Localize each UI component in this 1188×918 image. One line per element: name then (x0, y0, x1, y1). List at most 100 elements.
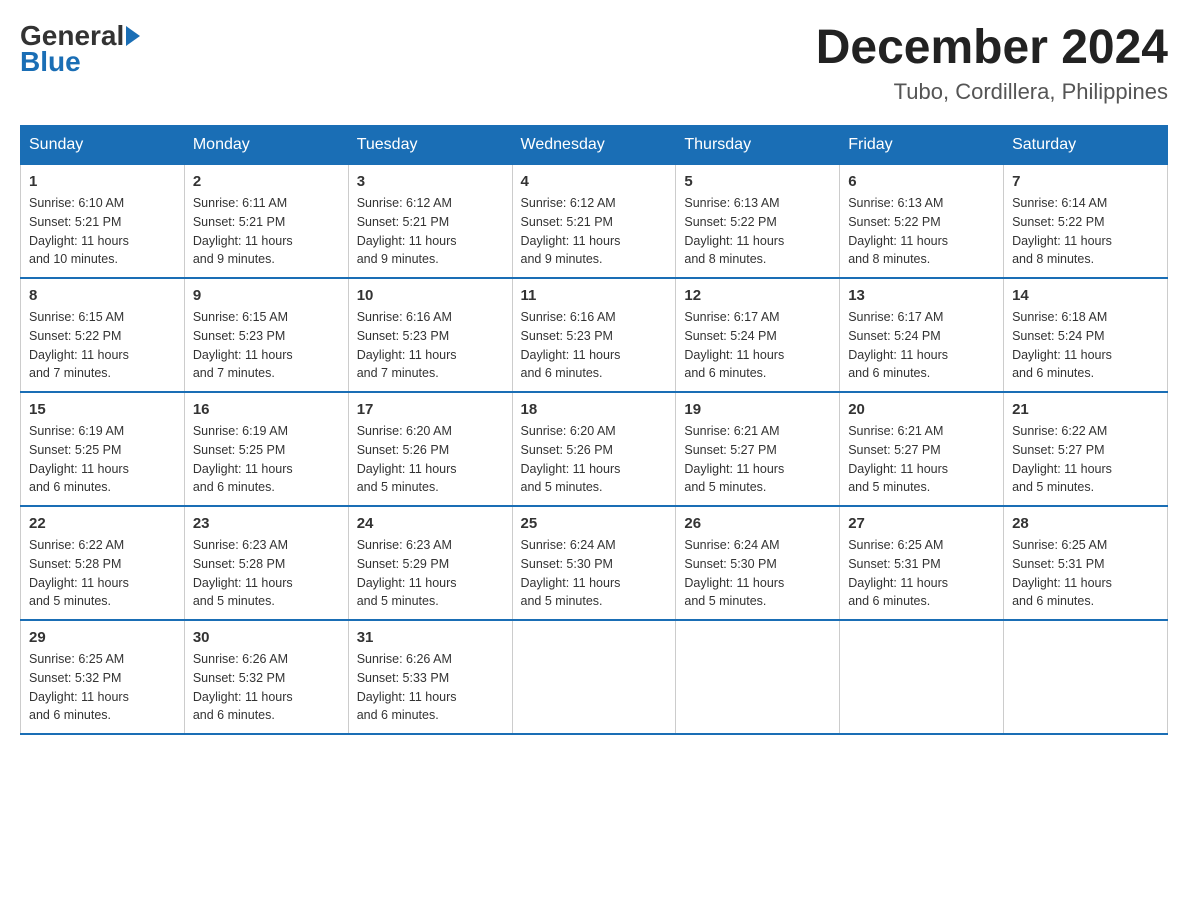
day-info: Sunrise: 6:10 AMSunset: 5:21 PMDaylight:… (29, 194, 176, 269)
day-of-week-header: Sunday (21, 126, 185, 165)
day-number: 5 (684, 173, 831, 190)
calendar-week-row: 29 Sunrise: 6:25 AMSunset: 5:32 PMDayligh… (21, 620, 1168, 734)
day-info: Sunrise: 6:26 AMSunset: 5:32 PMDaylight:… (193, 650, 340, 725)
calendar-day-cell: 17 Sunrise: 6:20 AMSunset: 5:26 PMDayligh… (348, 392, 512, 506)
day-info: Sunrise: 6:21 AMSunset: 5:27 PMDaylight:… (684, 422, 831, 497)
day-number: 19 (684, 401, 831, 418)
logo-blue: Blue (20, 46, 81, 78)
calendar-day-cell (840, 620, 1004, 734)
calendar-day-cell: 2 Sunrise: 6:11 AMSunset: 5:21 PMDaylight… (184, 165, 348, 279)
calendar-day-cell: 25Sunrise: 6:24 AMSunset: 5:30 PMDayligh… (512, 506, 676, 620)
day-number: 26 (684, 515, 831, 532)
calendar-day-cell: 9 Sunrise: 6:15 AMSunset: 5:23 PMDaylight… (184, 278, 348, 392)
calendar-day-cell: 14Sunrise: 6:18 AMSunset: 5:24 PMDayligh… (1004, 278, 1168, 392)
day-number: 29 (29, 629, 176, 646)
day-info: Sunrise: 6:26 AMSunset: 5:33 PMDaylight:… (357, 650, 504, 725)
day-info: Sunrise: 6:20 AMSunset: 5:26 PMDaylight:… (521, 422, 668, 497)
calendar-day-cell: 6Sunrise: 6:13 AMSunset: 5:22 PMDaylight… (840, 165, 1004, 279)
day-number: 24 (357, 515, 504, 532)
calendar-day-cell: 20 Sunrise: 6:21 AMSunset: 5:27 PMDayligh… (840, 392, 1004, 506)
day-info: Sunrise: 6:16 AMSunset: 5:23 PMDaylight:… (521, 308, 668, 383)
day-number: 4 (521, 173, 668, 190)
day-number: 2 (193, 173, 340, 190)
day-info: Sunrise: 6:19 AMSunset: 5:25 PMDaylight:… (193, 422, 340, 497)
calendar-day-cell: 21 Sunrise: 6:22 AMSunset: 5:27 PMDayligh… (1004, 392, 1168, 506)
day-number: 10 (357, 287, 504, 304)
calendar-day-cell: 4 Sunrise: 6:12 AMSunset: 5:21 PMDaylight… (512, 165, 676, 279)
calendar-day-cell: 23Sunrise: 6:23 AMSunset: 5:28 PMDayligh… (184, 506, 348, 620)
calendar-day-cell: 13 Sunrise: 6:17 AMSunset: 5:24 PMDayligh… (840, 278, 1004, 392)
calendar-day-cell: 22Sunrise: 6:22 AMSunset: 5:28 PMDayligh… (21, 506, 185, 620)
day-info: Sunrise: 6:21 AMSunset: 5:27 PMDaylight:… (848, 422, 995, 497)
day-info: Sunrise: 6:22 AMSunset: 5:28 PMDaylight:… (29, 536, 176, 611)
day-of-week-header: Wednesday (512, 126, 676, 165)
day-info: Sunrise: 6:12 AMSunset: 5:21 PMDaylight:… (521, 194, 668, 269)
day-info: Sunrise: 6:20 AMSunset: 5:26 PMDaylight:… (357, 422, 504, 497)
calendar-day-cell: 18 Sunrise: 6:20 AMSunset: 5:26 PMDayligh… (512, 392, 676, 506)
day-info: Sunrise: 6:14 AMSunset: 5:22 PMDaylight:… (1012, 194, 1159, 269)
day-info: Sunrise: 6:16 AMSunset: 5:23 PMDaylight:… (357, 308, 504, 383)
day-info: Sunrise: 6:23 AMSunset: 5:29 PMDaylight:… (357, 536, 504, 611)
day-info: Sunrise: 6:15 AMSunset: 5:22 PMDaylight:… (29, 308, 176, 383)
day-info: Sunrise: 6:22 AMSunset: 5:27 PMDaylight:… (1012, 422, 1159, 497)
day-info: Sunrise: 6:13 AMSunset: 5:22 PMDaylight:… (684, 194, 831, 269)
calendar-day-cell: 11 Sunrise: 6:16 AMSunset: 5:23 PMDayligh… (512, 278, 676, 392)
title-section: December 2024 Tubo, Cordillera, Philippi… (816, 20, 1168, 105)
calendar-day-cell: 7 Sunrise: 6:14 AMSunset: 5:22 PMDaylight… (1004, 165, 1168, 279)
day-number: 17 (357, 401, 504, 418)
day-of-week-header: Saturday (1004, 126, 1168, 165)
calendar-day-cell (676, 620, 840, 734)
day-info: Sunrise: 6:25 AMSunset: 5:31 PMDaylight:… (848, 536, 995, 611)
day-info: Sunrise: 6:25 AMSunset: 5:32 PMDaylight:… (29, 650, 176, 725)
day-number: 31 (357, 629, 504, 646)
day-of-week-header: Monday (184, 126, 348, 165)
logo: General Blue (20, 20, 140, 78)
month-title: December 2024 (816, 20, 1168, 75)
day-info: Sunrise: 6:15 AMSunset: 5:23 PMDaylight:… (193, 308, 340, 383)
calendar-header-row: SundayMondayTuesdayWednesdayThursdayFrid… (21, 126, 1168, 165)
location: Tubo, Cordillera, Philippines (816, 79, 1168, 105)
calendar-day-cell: 28Sunrise: 6:25 AMSunset: 5:31 PMDayligh… (1004, 506, 1168, 620)
day-number: 23 (193, 515, 340, 532)
day-info: Sunrise: 6:18 AMSunset: 5:24 PMDaylight:… (1012, 308, 1159, 383)
day-of-week-header: Tuesday (348, 126, 512, 165)
day-info: Sunrise: 6:25 AMSunset: 5:31 PMDaylight:… (1012, 536, 1159, 611)
calendar-day-cell: 30 Sunrise: 6:26 AMSunset: 5:32 PMDayligh… (184, 620, 348, 734)
day-info: Sunrise: 6:11 AMSunset: 5:21 PMDaylight:… (193, 194, 340, 269)
day-number: 9 (193, 287, 340, 304)
calendar-day-cell: 24 Sunrise: 6:23 AMSunset: 5:29 PMDayligh… (348, 506, 512, 620)
calendar-day-cell: 26 Sunrise: 6:24 AMSunset: 5:30 PMDayligh… (676, 506, 840, 620)
page-header: General Blue December 2024 Tubo, Cordill… (20, 20, 1168, 105)
day-info: Sunrise: 6:19 AMSunset: 5:25 PMDaylight:… (29, 422, 176, 497)
day-number: 8 (29, 287, 176, 304)
day-number: 21 (1012, 401, 1159, 418)
calendar-day-cell: 15Sunrise: 6:19 AMSunset: 5:25 PMDayligh… (21, 392, 185, 506)
day-number: 30 (193, 629, 340, 646)
day-of-week-header: Thursday (676, 126, 840, 165)
calendar-day-cell: 8 Sunrise: 6:15 AMSunset: 5:22 PMDaylight… (21, 278, 185, 392)
calendar-day-cell: 19 Sunrise: 6:21 AMSunset: 5:27 PMDayligh… (676, 392, 840, 506)
day-number: 7 (1012, 173, 1159, 190)
day-info: Sunrise: 6:24 AMSunset: 5:30 PMDaylight:… (684, 536, 831, 611)
day-info: Sunrise: 6:12 AMSunset: 5:21 PMDaylight:… (357, 194, 504, 269)
day-number: 18 (521, 401, 668, 418)
day-info: Sunrise: 6:24 AMSunset: 5:30 PMDaylight:… (521, 536, 668, 611)
day-info: Sunrise: 6:17 AMSunset: 5:24 PMDaylight:… (848, 308, 995, 383)
calendar-day-cell (512, 620, 676, 734)
calendar-day-cell: 27 Sunrise: 6:25 AMSunset: 5:31 PMDayligh… (840, 506, 1004, 620)
logo-arrow-icon (126, 26, 140, 46)
calendar-week-row: 8 Sunrise: 6:15 AMSunset: 5:22 PMDaylight… (21, 278, 1168, 392)
day-number: 13 (848, 287, 995, 304)
day-of-week-header: Friday (840, 126, 1004, 165)
calendar-day-cell: 10 Sunrise: 6:16 AMSunset: 5:23 PMDayligh… (348, 278, 512, 392)
day-number: 11 (521, 287, 668, 304)
day-number: 12 (684, 287, 831, 304)
calendar-day-cell: 1Sunrise: 6:10 AMSunset: 5:21 PMDaylight… (21, 165, 185, 279)
calendar-day-cell: 3Sunrise: 6:12 AMSunset: 5:21 PMDaylight… (348, 165, 512, 279)
day-number: 20 (848, 401, 995, 418)
calendar-day-cell: 12Sunrise: 6:17 AMSunset: 5:24 PMDayligh… (676, 278, 840, 392)
calendar-week-row: 1Sunrise: 6:10 AMSunset: 5:21 PMDaylight… (21, 165, 1168, 279)
day-number: 6 (848, 173, 995, 190)
calendar-day-cell: 16Sunrise: 6:19 AMSunset: 5:25 PMDayligh… (184, 392, 348, 506)
day-number: 27 (848, 515, 995, 532)
